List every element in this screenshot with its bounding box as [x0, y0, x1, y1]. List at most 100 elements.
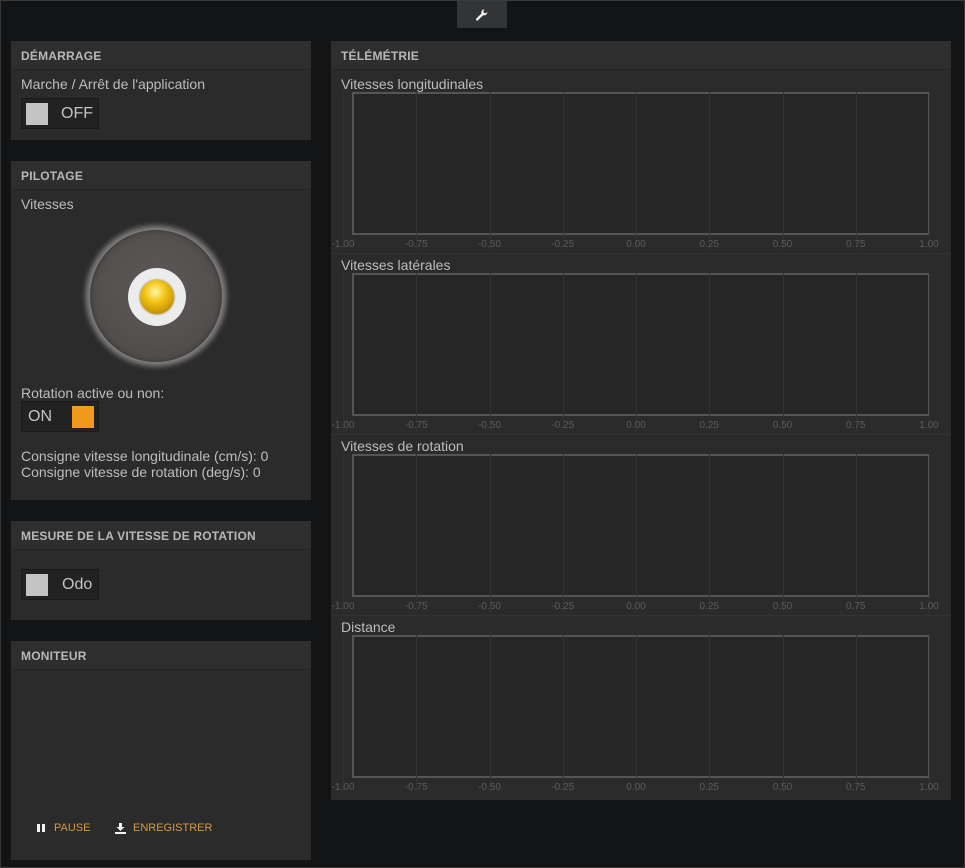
graph-label: Distance [341, 619, 396, 635]
grid-line [416, 635, 418, 793]
download-icon [115, 822, 126, 834]
grid-line [562, 92, 564, 250]
x-tick-label: 0.50 [772, 239, 793, 250]
telemetrie-title: TÉLÉMÉTRIE [331, 41, 951, 70]
consigne-rotation: Consigne vitesse de rotation (deg/s): 0 [21, 464, 261, 480]
x-tick-label: -1.00 [331, 239, 355, 250]
toggle-knob [26, 573, 48, 596]
x-tick-label: 0.25 [699, 601, 719, 612]
x-tick-label: -0.25 [551, 420, 575, 431]
toggle-knob [72, 405, 94, 428]
toggle-knob [26, 102, 48, 125]
x-tick-label: 0.75 [846, 420, 866, 431]
x-tick-label: 0.00 [626, 782, 646, 793]
grid-line [929, 635, 930, 793]
pause-button[interactable]: PAUSE [37, 822, 90, 834]
save-button[interactable]: ENREGISTRER [115, 822, 212, 834]
x-tick-label: -0.50 [478, 601, 501, 612]
graph-label: Vitesses de rotation [341, 438, 464, 454]
grid-line [416, 454, 418, 612]
toggle-text: OFF [61, 104, 93, 122]
x-tick-label: 1.00 [919, 420, 939, 431]
grid-line [782, 454, 784, 612]
toggle-text: Odo [62, 575, 93, 593]
grid-line [709, 635, 711, 793]
x-tick-label: -0.50 [478, 239, 501, 250]
toggle-text: ON [28, 407, 52, 425]
grid-line [562, 273, 564, 431]
x-tick-label: -0.75 [404, 782, 428, 793]
joystick-handle[interactable] [140, 280, 174, 314]
x-tick-label: -0.75 [404, 420, 428, 431]
grid-line [416, 92, 418, 250]
grid-line [343, 635, 344, 793]
graph-label: Vitesses longitudinales [341, 76, 484, 92]
grid-line [489, 92, 491, 250]
grid-line [855, 454, 857, 612]
wrench-icon [475, 8, 488, 21]
x-tick-label: 0.50 [772, 601, 793, 612]
pilotage-title: PILOTAGE [11, 161, 311, 190]
app-power-toggle[interactable]: OFF [21, 98, 99, 129]
odo-toggle[interactable]: Odo [21, 569, 99, 600]
grid-line [929, 92, 930, 250]
settings-tab[interactable] [457, 1, 507, 28]
grid-line [343, 92, 344, 250]
x-tick-label: 0.00 [626, 601, 646, 612]
grid-line [343, 454, 344, 612]
moniteur-panel: MONITEUR PAUSE ENREGISTRER [11, 641, 311, 860]
grid-line [782, 273, 784, 431]
graph-label: Vitesses latérales [341, 257, 451, 273]
x-tick-label: -0.25 [551, 601, 575, 612]
x-tick-label: 0.00 [626, 239, 646, 250]
rotation-toggle[interactable]: ON [21, 401, 99, 432]
consigne-longitudinale: Consigne vitesse longitudinale (cm/s): 0 [21, 448, 269, 464]
grid-line [636, 635, 637, 793]
grid-line [416, 273, 418, 431]
grid-line [636, 92, 637, 250]
x-tick-label: 0.50 [772, 420, 793, 431]
demarrage-label: Marche / Arrêt de l'application [21, 76, 205, 92]
x-tick-label: 0.75 [846, 782, 866, 793]
grid-line [855, 273, 857, 431]
x-tick-label: -0.75 [404, 239, 428, 250]
grid-line [782, 635, 784, 793]
graph-plot-area [352, 92, 930, 235]
graph-plot-area [352, 635, 930, 778]
x-tick-label: -0.50 [478, 782, 501, 793]
joystick-ring [128, 268, 186, 326]
x-tick-label: -1.00 [331, 782, 355, 793]
mesure-panel: MESURE DE LA VITESSE DE ROTATION Odo [11, 521, 311, 620]
x-tick-label: 0.75 [846, 239, 866, 250]
telemetrie-panel: TÉLÉMÉTRIE Vitesses longitudinales -1.00 -… [331, 41, 951, 800]
grid-line [343, 273, 344, 431]
x-tick-label: -0.25 [551, 239, 575, 250]
x-tick-label: -0.25 [551, 782, 575, 793]
demarrage-title: DÉMARRAGE [11, 41, 311, 70]
grid-line [929, 454, 930, 612]
x-tick-label: -1.00 [331, 420, 355, 431]
x-tick-label: 0.00 [626, 420, 646, 431]
x-tick-label: 0.25 [699, 420, 719, 431]
moniteur-title: MONITEUR [11, 641, 311, 670]
grid-line [489, 273, 491, 431]
graph-plot-area [352, 273, 930, 416]
grid-line [636, 273, 637, 431]
joystick[interactable] [88, 228, 224, 364]
pause-label: PAUSE [54, 822, 91, 834]
x-tick-label: 0.25 [699, 239, 719, 250]
grid-line [709, 454, 711, 612]
grid-line [562, 454, 564, 612]
x-axis-ticks: -1.00 -0.75 -0.50 -0.25 0.00 0.25 0.50 0.75 1.00 [331, 239, 951, 253]
grid-line [855, 635, 857, 793]
rotation-label: Rotation active ou non: [21, 385, 165, 401]
x-axis-ticks: -1.00 -0.75 -0.50 -0.25 0.00 0.25 0.50 0.75 1.00 [331, 601, 951, 615]
grid-line [929, 273, 930, 431]
x-tick-label: 0.50 [772, 782, 793, 793]
grid-line [489, 635, 491, 793]
pilotage-panel: PILOTAGE Vitesses Rotation active ou non… [11, 161, 311, 500]
graph-separator [331, 615, 951, 616]
grid-line [855, 92, 857, 250]
x-tick-label: 0.75 [846, 601, 866, 612]
grid-line [709, 273, 711, 431]
